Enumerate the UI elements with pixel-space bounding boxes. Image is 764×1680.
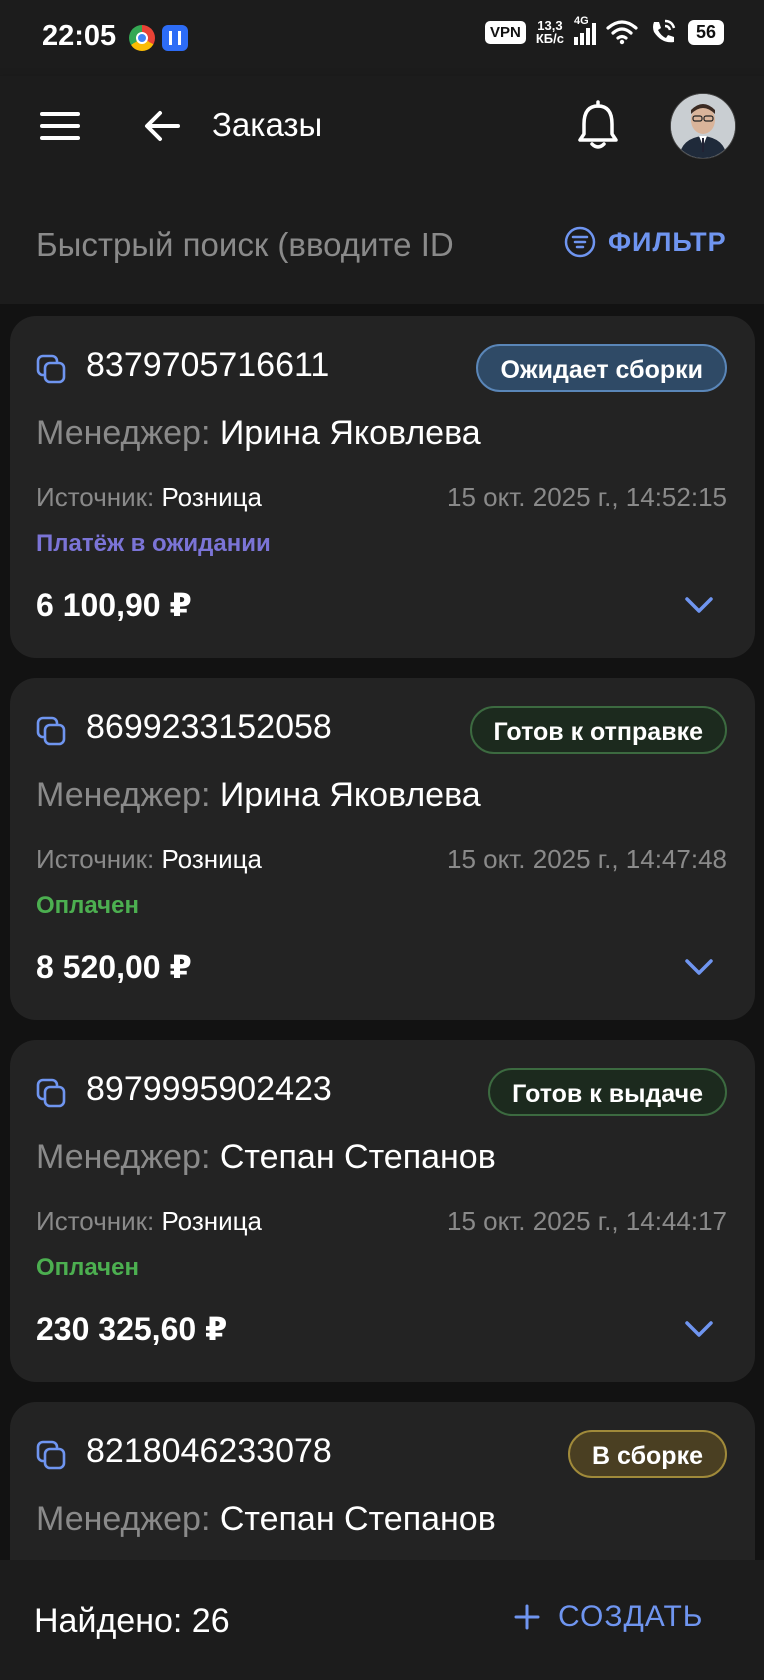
source-label: Источник: — [36, 1206, 155, 1236]
back-arrow-icon[interactable] — [142, 106, 182, 146]
create-button[interactable]: СОЗДАТЬ — [514, 1600, 703, 1634]
source-value: Розница — [161, 482, 262, 512]
network-type: 4G — [573, 15, 589, 27]
avatar[interactable] — [670, 93, 736, 159]
order-card[interactable]: 8699233152058 Готов к отправке Менеджер:… — [10, 678, 755, 1020]
search-bar: ФИЛЬТР — [0, 184, 764, 304]
order-card[interactable]: 8379705716611 Ожидает сборки Менеджер: И… — [10, 316, 755, 658]
order-datetime: 15 окт. 2025 г., 14:47:48 — [447, 844, 727, 874]
vpn-badge: VPN — [485, 20, 526, 44]
order-datetime: 15 окт. 2025 г., 14:44:17 — [447, 1206, 727, 1236]
status-badge: Готов к выдаче — [488, 1068, 727, 1116]
manager-name: Степан Степанов — [219, 1138, 496, 1176]
copy-icon[interactable] — [36, 1078, 66, 1108]
order-source: Источник: Розница — [36, 844, 262, 875]
bottom-bar: Найдено: 26 СОЗДАТЬ — [0, 1560, 764, 1680]
manager-label: Менеджер: — [36, 414, 211, 452]
manager-name: Ирина Яковлева — [219, 776, 481, 814]
source-value: Розница — [161, 1206, 262, 1236]
app-bar: Заказы — [0, 76, 764, 184]
order-manager: Менеджер: Степан Степанов — [36, 1500, 496, 1539]
order-datetime: 15 окт. 2025 г., 14:52:15 — [447, 482, 727, 512]
payment-status: Оплачен — [36, 1254, 139, 1281]
order-id: 8379705716611 — [86, 346, 330, 384]
notification-app-icon — [162, 25, 188, 51]
order-card[interactable]: 8218046233078 В сборке Менеджер: Степан … — [10, 1402, 755, 1560]
source-label: Источник: — [36, 844, 155, 874]
manager-name: Степан Степанов — [219, 1500, 496, 1538]
menu-icon[interactable] — [40, 112, 80, 140]
wifi-icon — [606, 20, 638, 45]
order-amount: 230 325,60 ₽ — [36, 1311, 228, 1347]
chrome-app-icon — [129, 25, 155, 51]
copy-icon[interactable] — [36, 716, 66, 746]
search-input[interactable] — [34, 222, 538, 268]
status-bar: 22:05 VPN 13,3 КБ/с 4G 56 — [0, 0, 764, 76]
battery-indicator: 56 — [687, 19, 724, 45]
manager-label: Менеджер: — [36, 776, 211, 814]
order-source: Источник: Розница — [36, 1206, 262, 1237]
order-amount: 8 520,00 ₽ — [36, 949, 192, 985]
status-indicators: VPN 13,3 КБ/с 4G 56 — [485, 15, 724, 46]
order-source: Источник: Розница — [36, 482, 262, 513]
found-count: Найдено: 26 — [34, 1602, 230, 1640]
payment-status: Оплачен — [36, 892, 139, 919]
network-speed: 13,3 КБ/с — [535, 18, 564, 46]
order-manager: Менеджер: Степан Степанов — [36, 1138, 496, 1177]
wifi-call-icon — [652, 19, 676, 43]
chevron-down-icon[interactable] — [683, 956, 715, 978]
chevron-down-icon[interactable] — [683, 594, 715, 616]
status-badge: В сборке — [568, 1430, 727, 1478]
status-badge: Готов к отправке — [469, 706, 727, 754]
filter-icon — [564, 226, 596, 258]
create-label: СОЗДАТЬ — [558, 1600, 704, 1633]
orders-list[interactable]: 8379705716611 Ожидает сборки Менеджер: И… — [0, 304, 764, 1560]
manager-label: Менеджер: — [36, 1138, 211, 1176]
order-id: 8979995902423 — [86, 1070, 332, 1108]
copy-icon[interactable] — [36, 1440, 66, 1470]
order-id: 8218046233078 — [86, 1432, 332, 1470]
source-value: Розница — [161, 844, 262, 874]
order-amount: 6 100,90 ₽ — [36, 587, 192, 623]
bell-icon[interactable] — [576, 100, 620, 152]
payment-status: Платёж в ожидании — [36, 530, 271, 557]
plus-icon — [514, 1604, 540, 1630]
source-label: Источник: — [36, 482, 155, 512]
status-time: 22:05 — [42, 20, 117, 52]
copy-icon[interactable] — [36, 354, 66, 384]
order-manager: Менеджер: Ирина Яковлева — [36, 776, 481, 815]
manager-name: Ирина Яковлева — [219, 414, 481, 452]
order-card[interactable]: 8979995902423 Готов к выдаче Менеджер: С… — [10, 1040, 755, 1382]
filter-label: ФИЛЬТР — [608, 226, 727, 257]
filter-button[interactable]: ФИЛЬТР — [564, 226, 727, 258]
order-id: 8699233152058 — [86, 708, 332, 746]
manager-label: Менеджер: — [36, 1500, 211, 1538]
status-badge: Ожидает сборки — [476, 344, 727, 392]
page-title: Заказы — [212, 106, 323, 143]
order-manager: Менеджер: Ирина Яковлева — [36, 414, 481, 453]
cell-signal-icon: 4G — [573, 15, 596, 45]
chevron-down-icon[interactable] — [683, 1318, 715, 1340]
